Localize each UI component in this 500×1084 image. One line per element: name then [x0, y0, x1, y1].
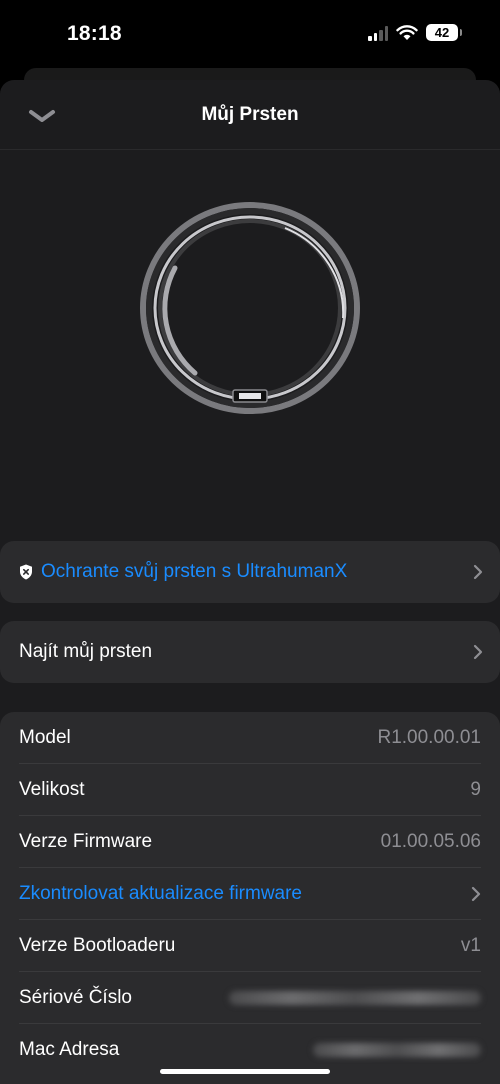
wifi-icon — [396, 24, 418, 40]
serial-number-value-redacted — [229, 990, 481, 1005]
protect-ring-row[interactable]: Ochrante svůj prsten s UltrahumanX — [0, 541, 500, 603]
home-indicator[interactable] — [160, 1069, 330, 1074]
chevron-right-icon — [473, 564, 483, 580]
model-value: R1.00.00.01 — [377, 726, 481, 748]
protect-ring-label: Ochrante svůj prsten s UltrahumanX — [41, 561, 348, 582]
ring-info-card: Model R1.00.00.01 Velikost 9 Verze Firmw… — [0, 712, 500, 1084]
model-row: Model R1.00.00.01 — [19, 712, 481, 764]
check-firmware-update-label: Zkontrolovat aktualizace firmware — [19, 882, 302, 904]
battery-indicator: 42 — [426, 24, 462, 41]
find-ring-row[interactable]: Najít můj prsten — [0, 621, 500, 683]
mac-address-value-redacted — [313, 1043, 481, 1057]
bootloader-value: v1 — [460, 934, 481, 956]
firmware-value: 01.00.05.06 — [380, 830, 481, 852]
check-firmware-update-row[interactable]: Zkontrolovat aktualizace firmware — [19, 868, 481, 920]
serial-number-label: Sériové Číslo — [19, 986, 132, 1008]
chevron-right-icon — [471, 886, 481, 901]
cellular-signal-icon — [368, 25, 388, 41]
bootloader-row: Verze Bootloaderu v1 — [19, 920, 481, 972]
size-row: Velikost 9 — [19, 764, 481, 816]
firmware-label: Verze Firmware — [19, 830, 153, 852]
shield-icon — [20, 564, 32, 580]
firmware-row: Verze Firmware 01.00.05.06 — [19, 816, 481, 868]
serial-number-row: Sériové Číslo — [19, 972, 481, 1024]
model-label: Model — [19, 726, 71, 748]
status-icons: 42 — [368, 24, 462, 41]
status-time: 18:18 — [67, 22, 122, 45]
nav-bar: Můj Prsten — [0, 80, 500, 150]
bootloader-label: Verze Bootloaderu — [19, 934, 176, 956]
my-ring-sheet: Můj Prsten Ochrante svůj prsten s Ultrah… — [0, 80, 500, 1084]
chevron-right-icon — [473, 644, 483, 660]
mac-address-label: Mac Adresa — [19, 1039, 120, 1060]
page-title: Můj Prsten — [201, 104, 299, 125]
find-ring-label: Najít můj prsten — [19, 641, 153, 662]
size-label: Velikost — [19, 778, 85, 800]
ring-illustration — [140, 202, 360, 414]
status-bar: 18:18 42 — [0, 0, 500, 70]
ring-image — [0, 150, 500, 530]
size-value: 9 — [470, 778, 481, 800]
